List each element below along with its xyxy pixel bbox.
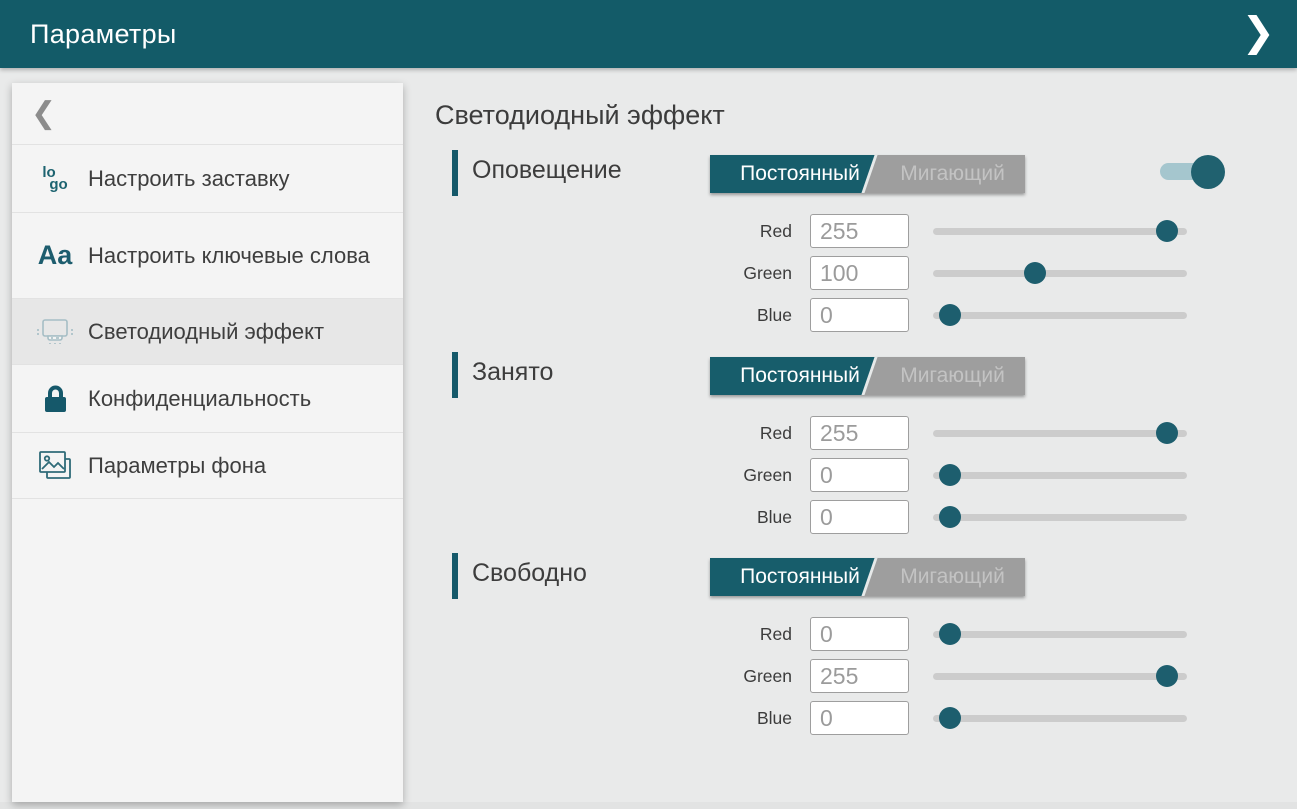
slider-thumb[interactable] bbox=[1156, 665, 1178, 687]
sidebar-item-3[interactable]: Светодиодный эффект bbox=[12, 299, 403, 365]
led-section: Свободно Постоянный Мигающий Red Green B… bbox=[435, 553, 1297, 753]
channel-label: Red bbox=[642, 214, 792, 248]
slider-thumb[interactable] bbox=[939, 623, 961, 645]
channel-value-input[interactable] bbox=[810, 701, 909, 735]
channel-slider[interactable] bbox=[933, 416, 1187, 450]
channel-label: Red bbox=[642, 617, 792, 651]
section-title: Оповещение bbox=[472, 156, 622, 185]
channel-row: Red bbox=[435, 416, 1297, 450]
channel-value-input[interactable] bbox=[810, 416, 909, 450]
images-icon bbox=[34, 449, 76, 482]
slider-thumb[interactable] bbox=[1156, 220, 1178, 242]
switch-knob bbox=[1191, 155, 1225, 189]
sidebar-item-list: logo Настроить заставку Aa Настроить клю… bbox=[12, 145, 403, 499]
content-title: Светодиодный эффект bbox=[435, 100, 725, 131]
lock-icon bbox=[34, 383, 76, 414]
channel-slider[interactable] bbox=[933, 458, 1187, 492]
slider-thumb[interactable] bbox=[1156, 422, 1178, 444]
mode-option-constant[interactable]: Постоянный bbox=[720, 155, 880, 193]
settings-sidebar: ❮ logo Настроить заставку Aa Настроить к… bbox=[12, 83, 403, 802]
led-section: Оповещение Постоянный Мигающий Red Green… bbox=[435, 150, 1297, 350]
slider-track bbox=[933, 270, 1187, 277]
channel-row: Red bbox=[435, 214, 1297, 248]
sidebar-item-2[interactable]: Aa Настроить ключевые слова bbox=[12, 213, 403, 299]
channel-row: Blue bbox=[435, 298, 1297, 332]
bottom-edge bbox=[0, 802, 1297, 809]
channel-row: Blue bbox=[435, 701, 1297, 735]
channel-slider[interactable] bbox=[933, 617, 1187, 651]
channel-label: Green bbox=[642, 659, 792, 693]
aa-icon: Aa bbox=[34, 240, 76, 271]
channel-slider[interactable] bbox=[933, 298, 1187, 332]
mode-toggle: Постоянный Мигающий bbox=[710, 558, 1025, 596]
channel-label: Green bbox=[642, 458, 792, 492]
mode-option-constant[interactable]: Постоянный bbox=[720, 357, 880, 395]
chevron-right-icon[interactable]: ❯ bbox=[1241, 12, 1275, 52]
channel-slider[interactable] bbox=[933, 659, 1187, 693]
channel-row: Blue bbox=[435, 500, 1297, 534]
channel-label: Blue bbox=[642, 701, 792, 735]
mode-option-blinking[interactable]: Мигающий bbox=[880, 155, 1025, 193]
channel-value-input[interactable] bbox=[810, 256, 909, 290]
channel-label: Blue bbox=[642, 298, 792, 332]
channel-slider[interactable] bbox=[933, 256, 1187, 290]
channel-value-input[interactable] bbox=[810, 659, 909, 693]
app-header: Параметры ❯ bbox=[0, 0, 1297, 68]
mode-option-blinking[interactable]: Мигающий bbox=[880, 357, 1025, 395]
slider-track bbox=[933, 673, 1187, 680]
sidebar-item-1[interactable]: logo Настроить заставку bbox=[12, 145, 403, 213]
section-accent-bar bbox=[452, 150, 458, 196]
settings-window: Параметры ❯ ❮ logo Настроить заставку Aa… bbox=[0, 0, 1297, 809]
sidebar-item-5[interactable]: Параметры фона bbox=[12, 433, 403, 499]
led-screen-icon bbox=[34, 316, 76, 348]
channel-value-input[interactable] bbox=[810, 298, 909, 332]
section-title: Занято bbox=[472, 358, 553, 387]
channel-value-input[interactable] bbox=[810, 458, 909, 492]
channel-slider[interactable] bbox=[933, 500, 1187, 534]
section-title: Свободно bbox=[472, 559, 587, 588]
channel-value-input[interactable] bbox=[810, 214, 909, 248]
led-section: Занято Постоянный Мигающий Red Green Blu… bbox=[435, 352, 1297, 552]
channel-row: Green bbox=[435, 458, 1297, 492]
slider-thumb[interactable] bbox=[1024, 262, 1046, 284]
section-accent-bar bbox=[452, 352, 458, 398]
slider-thumb[interactable] bbox=[939, 707, 961, 729]
sidebar-item-4[interactable]: Конфиденциальность bbox=[12, 365, 403, 433]
logo-icon: logo bbox=[34, 167, 76, 191]
slider-track bbox=[933, 312, 1187, 319]
slider-thumb[interactable] bbox=[939, 304, 961, 326]
slider-track bbox=[933, 631, 1187, 638]
slider-track bbox=[933, 514, 1187, 521]
page-title: Параметры bbox=[30, 19, 177, 50]
channel-value-input[interactable] bbox=[810, 500, 909, 534]
channel-slider[interactable] bbox=[933, 214, 1187, 248]
channel-row: Red bbox=[435, 617, 1297, 651]
section-accent-bar bbox=[452, 553, 458, 599]
channel-row: Green bbox=[435, 256, 1297, 290]
channel-label: Blue bbox=[642, 500, 792, 534]
channel-row: Green bbox=[435, 659, 1297, 693]
slider-thumb[interactable] bbox=[939, 506, 961, 528]
channel-value-input[interactable] bbox=[810, 617, 909, 651]
chevron-left-icon: ❮ bbox=[31, 99, 56, 129]
channel-label: Green bbox=[642, 256, 792, 290]
slider-track bbox=[933, 715, 1187, 722]
mode-toggle: Постоянный Мигающий bbox=[710, 357, 1025, 395]
main-content: Светодиодный эффект Оповещение Постоянны… bbox=[435, 0, 1297, 809]
mode-option-blinking[interactable]: Мигающий bbox=[880, 558, 1025, 596]
mode-option-constant[interactable]: Постоянный bbox=[720, 558, 880, 596]
slider-track bbox=[933, 472, 1187, 479]
slider-thumb[interactable] bbox=[939, 464, 961, 486]
channel-label: Red bbox=[642, 416, 792, 450]
led-enabled-switch[interactable] bbox=[1157, 155, 1263, 191]
slider-track bbox=[933, 430, 1187, 437]
slider-track bbox=[933, 228, 1187, 235]
channel-slider[interactable] bbox=[933, 701, 1187, 735]
mode-toggle: Постоянный Мигающий bbox=[710, 155, 1025, 193]
back-button[interactable]: ❮ bbox=[12, 83, 403, 145]
